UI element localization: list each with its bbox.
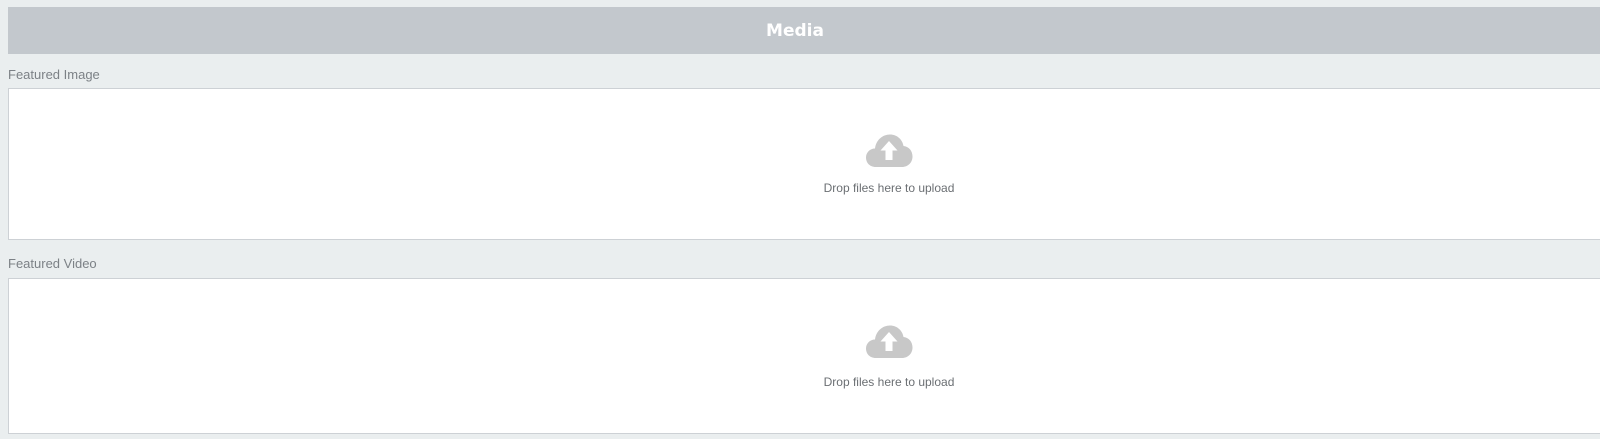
featured-image-dropzone[interactable]: Drop files here to upload [8,88,1600,240]
panel-title: Media [766,20,824,41]
dropzone-message: Drop files here to upload [823,181,955,195]
featured-video-dropzone[interactable]: Drop files here to upload [8,278,1600,434]
media-panel-header: Media [8,7,1600,54]
cloud-upload-icon [866,134,913,167]
cloud-upload-icon [866,325,913,358]
featured-video-label: Featured Video [8,256,97,271]
featured-image-label: Featured Image [8,67,100,82]
dropzone-message: Drop files here to upload [823,375,955,389]
